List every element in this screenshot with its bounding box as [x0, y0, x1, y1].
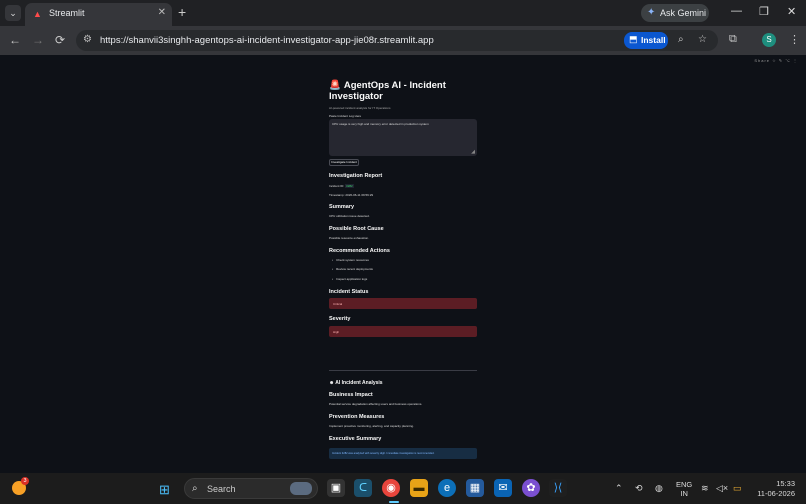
edge-icon[interactable]: e: [438, 479, 456, 497]
impact-heading: Business Impact: [329, 392, 373, 398]
chevron-up-icon[interactable]: ⌃: [615, 483, 623, 494]
robot-icon: ☻: [329, 380, 335, 386]
divider: [329, 370, 477, 371]
install-icon: ⬒: [629, 34, 638, 44]
gemini-icon: ✦: [647, 7, 656, 18]
outlook-icon[interactable]: ✉: [494, 479, 512, 497]
copilot-icon[interactable]: ᑕ: [354, 479, 372, 497]
status-heading: Incident Status: [329, 289, 369, 295]
language-primary: ENG: [676, 480, 693, 489]
siren-icon: 🚨: [329, 80, 341, 91]
list-item: Inspect application logs: [332, 277, 367, 281]
minimize-icon[interactable]: —: [731, 5, 742, 17]
task-view-icon[interactable]: ▣: [327, 479, 345, 497]
windows-start-icon[interactable]: ⊞: [159, 482, 170, 498]
status-value: Critical: [333, 302, 343, 306]
onedrive-sync-icon[interactable]: ⟲: [635, 483, 643, 494]
status-badge: Critical: [329, 298, 477, 309]
install-label: Install: [641, 35, 666, 45]
bookmark-star-icon[interactable]: ☆: [698, 34, 707, 45]
streamlit-toolbar-menu[interactable]: Share ☆ ✎ ⌥ ⋮: [754, 58, 798, 63]
actions-heading: Recommended Actions: [329, 248, 390, 254]
taskbar: 3 ⊞ ⌕ Search ▣ ᑕ ◉ ▬ e ▦ ✉ ✿ ⟩⟨ ⌃ ⟲ ◍ EN…: [0, 473, 806, 504]
site-info-icon[interactable]: ⚙: [83, 34, 92, 45]
battery-icon[interactable]: ▭: [733, 483, 742, 494]
incident-id-value: 3282: [345, 184, 354, 188]
taskbar-search-label: Search: [207, 484, 236, 494]
page-caption: AI-powered incident analysis for IT Oper…: [329, 106, 391, 110]
active-app-indicator: [389, 501, 399, 503]
ask-gemini-label: Ask Gemini: [660, 8, 707, 18]
ask-gemini-button[interactable]: ✦ Ask Gemini: [641, 4, 709, 22]
language-indicator[interactable]: ENG IN: [676, 480, 692, 498]
list-item: Review recent deployments: [332, 267, 373, 271]
resize-handle-icon[interactable]: ◢: [471, 149, 475, 155]
exec-summary-text: Incident 3282 was analyzed with severity…: [332, 452, 435, 455]
investigate-incident-button[interactable]: Investigate Incident: [329, 159, 359, 166]
timestamp-line: Timestamp: 2026-06-11 09:59:29: [329, 193, 374, 197]
clock-time: 15:33: [776, 479, 795, 488]
exec-summary-heading: Executive Summary: [329, 436, 382, 442]
tab-search-menu-button[interactable]: ⌄: [5, 5, 21, 21]
ai-analysis-heading: ☻AI Incident Analysis: [329, 380, 383, 386]
incident-log-textarea[interactable]: CPU usage is very high and memory error …: [329, 119, 477, 156]
extensions-icon[interactable]: ⧉: [729, 33, 737, 46]
language-secondary: IN: [680, 489, 688, 498]
page-title: 🚨 AgentOps AI - Incident Investigator: [329, 80, 477, 102]
severity-heading: Severity: [329, 316, 351, 322]
address-bar[interactable]: ⚙ https://shanvii3singhh-agentops-ai-inc…: [76, 30, 718, 51]
tab-title: Streamlit: [49, 8, 85, 18]
back-icon[interactable]: ←: [9, 33, 21, 47]
defender-icon[interactable]: ◍: [655, 483, 663, 494]
page-title-text: AgentOps AI - Incident Investigator: [329, 80, 446, 102]
prevention-heading: Prevention Measures: [329, 414, 385, 420]
wifi-icon[interactable]: ≋: [701, 483, 709, 494]
streamlit-icon: ▲: [33, 9, 42, 19]
store-icon[interactable]: ▦: [466, 479, 484, 497]
clock-date: 11-06-2026: [757, 489, 795, 498]
list-item: Check system resources: [332, 258, 369, 262]
install-button[interactable]: ⬒ Install: [624, 32, 668, 49]
zoom-icon[interactable]: ⌕: [678, 34, 684, 45]
menu-kebab-icon[interactable]: ⋮: [789, 33, 800, 46]
impact-text: Potential service degradation affecting …: [329, 402, 423, 406]
notification-badge: 3: [21, 477, 29, 485]
root-cause-heading: Possible Root Cause: [329, 226, 384, 232]
vscode-icon[interactable]: ⟩⟨: [549, 479, 567, 497]
chrome-icon[interactable]: ◉: [382, 479, 400, 497]
report-heading: Investigation Report: [329, 173, 383, 179]
volume-mute-icon[interactable]: ◁×: [716, 483, 728, 494]
system-clock[interactable]: 15:33 11-06-2026: [751, 479, 795, 499]
search-highlight-icon: [290, 482, 312, 495]
close-icon[interactable]: ✕: [158, 7, 166, 18]
reload-icon[interactable]: ⟳: [55, 33, 65, 47]
summary-text: CPU utilization issue detected.: [329, 214, 370, 218]
close-window-icon[interactable]: ✕: [787, 5, 796, 18]
root-cause-text: Possible resource exhaustion.: [329, 236, 370, 240]
new-tab-icon[interactable]: +: [178, 4, 186, 20]
browser-tab[interactable]: ▲ Streamlit ✕: [25, 3, 172, 26]
ai-analysis-heading-text: AI Incident Analysis: [335, 380, 383, 386]
incident-log-value[interactable]: CPU usage is very high and memory error …: [332, 122, 429, 126]
forward-icon[interactable]: →: [32, 33, 44, 47]
photos-icon[interactable]: ✿: [522, 479, 540, 497]
incident-id-label: Incident ID:: [329, 184, 345, 188]
severity-badge: High: [329, 326, 477, 337]
profile-avatar[interactable]: S: [762, 33, 776, 47]
restore-icon[interactable]: ❐: [759, 5, 769, 18]
taskbar-search[interactable]: ⌕ Search: [184, 478, 318, 499]
search-icon: ⌕: [192, 483, 198, 494]
prevention-text: Implement proactive monitoring, alerting…: [329, 424, 414, 428]
incident-id-line: Incident ID: 3282: [329, 184, 354, 188]
log-input-label: Paste Incident Log Here: [329, 114, 362, 118]
summary-heading: Summary: [329, 204, 355, 210]
streamlit-app: Share ☆ ✎ ⌥ ⋮ 🚨 AgentOps AI - Incident In…: [0, 55, 806, 473]
severity-value: High: [333, 330, 340, 334]
browser-tabstrip: ⌄ ▲ Streamlit ✕ + ✦ Ask Gemini — ❐ ✕: [0, 0, 806, 26]
browser-toolbar: ← → ⟳ ⚙ https://shanvii3singhh-agentops-…: [0, 26, 806, 55]
file-explorer-icon[interactable]: ▬: [410, 479, 428, 497]
exec-summary-box: Incident 3282 was analyzed with severity…: [329, 448, 477, 459]
url-text[interactable]: https://shanvii3singhh-agentops-ai-incid…: [100, 35, 434, 46]
